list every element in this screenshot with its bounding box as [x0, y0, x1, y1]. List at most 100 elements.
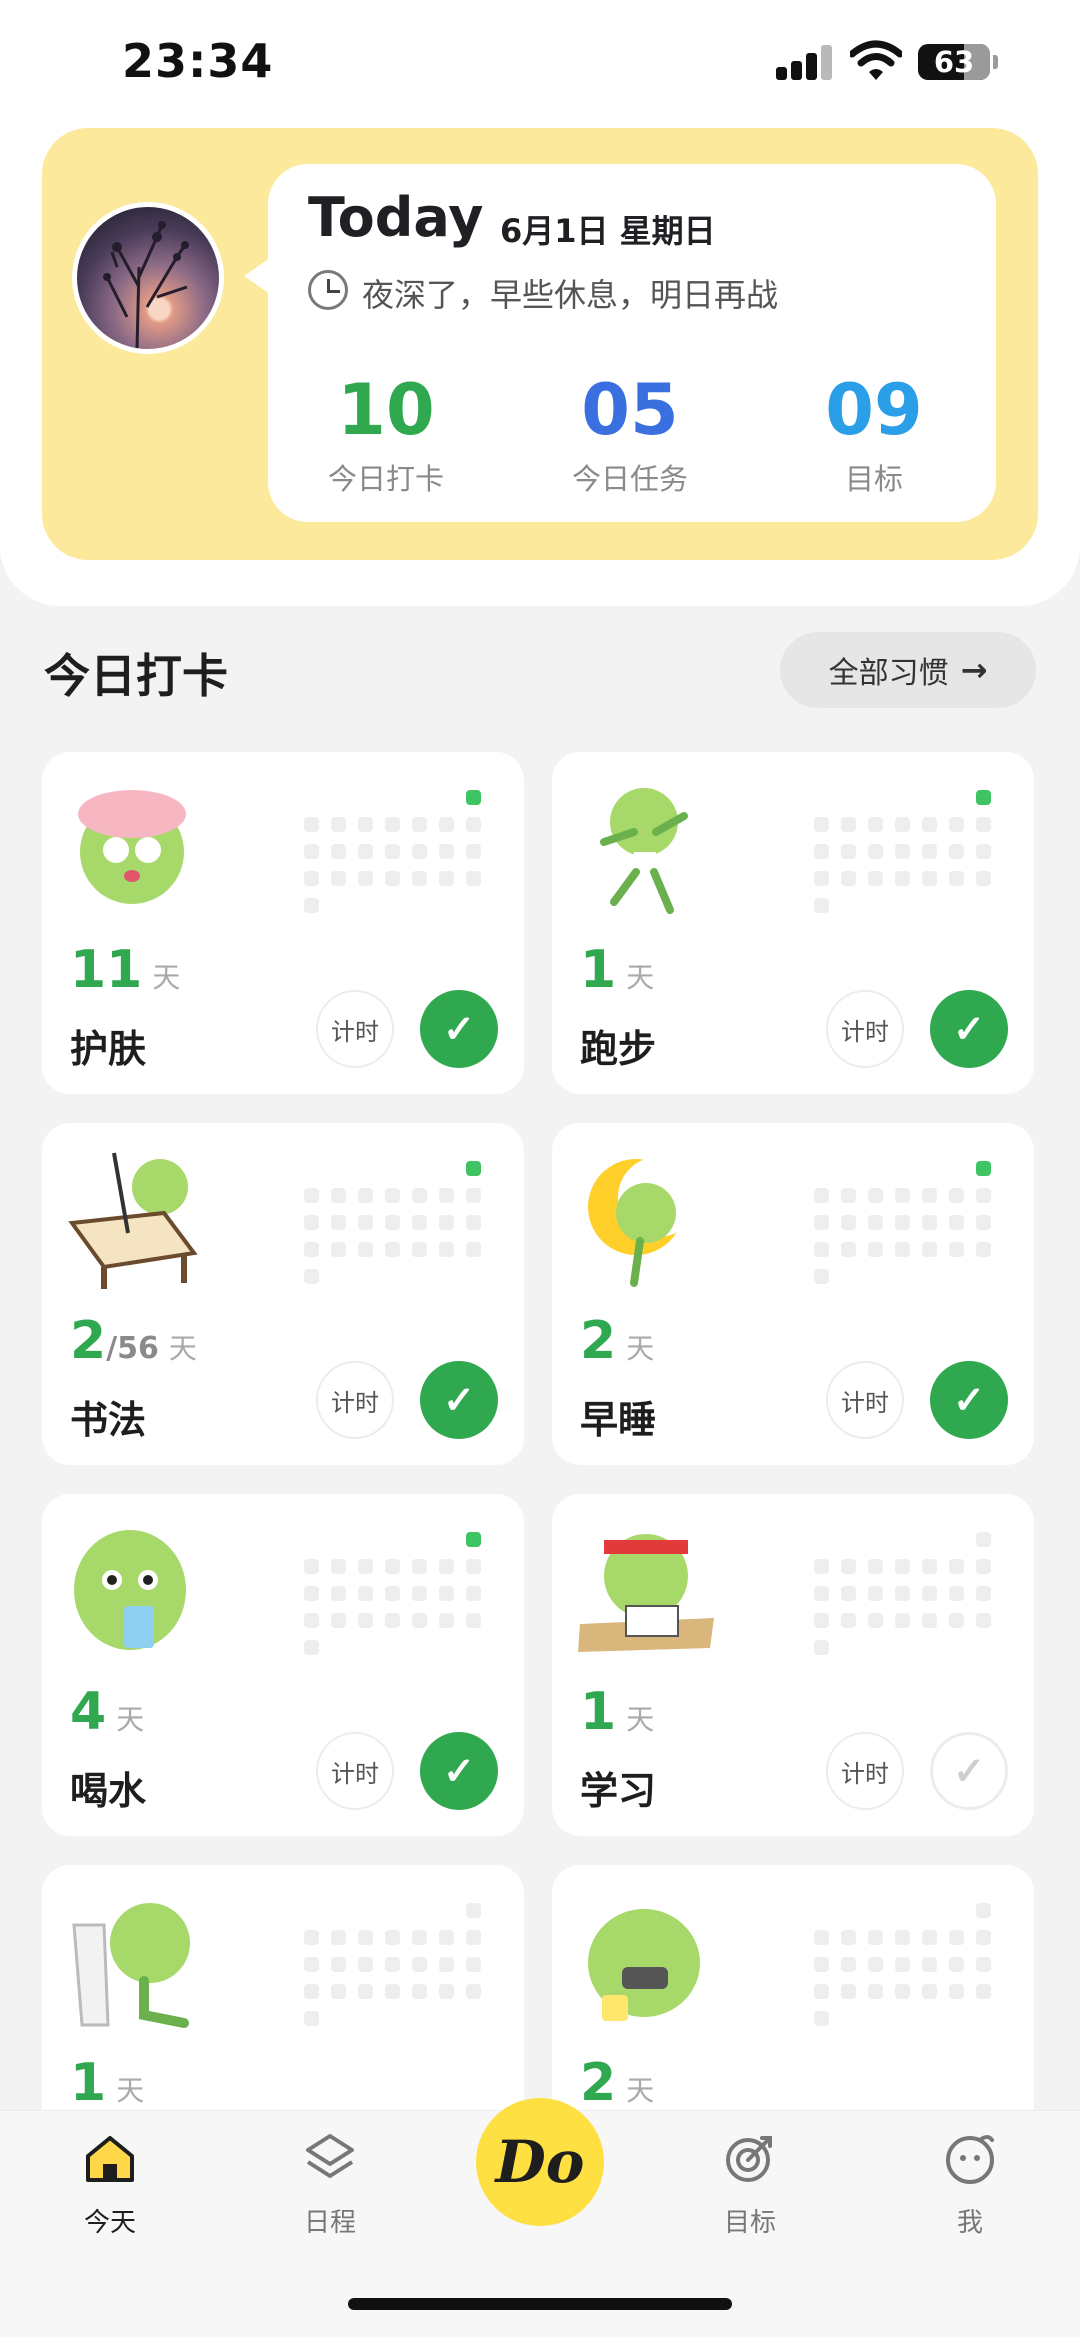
- history-dot: [412, 1188, 427, 1203]
- streak-days: 1天: [70, 2053, 144, 2113]
- history-dot: [814, 1559, 829, 1574]
- check-in-button[interactable]: ✓: [420, 990, 498, 1068]
- history-dot: [466, 1559, 481, 1574]
- history-dot: [385, 1930, 400, 1945]
- timer-button[interactable]: 计时: [826, 1732, 904, 1810]
- history-dot: [976, 1559, 991, 1574]
- history-dot: [304, 2011, 319, 2026]
- history-dot: [949, 1930, 964, 1945]
- habit-name: 护肤: [70, 1027, 147, 1071]
- stat-tasks[interactable]: 05 今日任务: [530, 370, 730, 498]
- nav-goals[interactable]: 目标: [680, 2130, 820, 2239]
- history-dot: [466, 871, 481, 886]
- history-dot: [895, 1559, 910, 1574]
- history-dot: [841, 1984, 856, 1999]
- history-dot: [976, 817, 991, 832]
- history-dot: [976, 1188, 991, 1203]
- checkmark-icon: ✓: [443, 1008, 475, 1051]
- history-dot: [439, 1188, 454, 1203]
- history-dot: [976, 1613, 991, 1628]
- history-dot: [466, 1161, 481, 1176]
- stat-label: 今日打卡: [327, 462, 444, 496]
- history-dot: [331, 1215, 346, 1230]
- habit-card[interactable]: 4 天喝水 计时 ✓: [42, 1494, 524, 1836]
- timer-button[interactable]: 计时: [316, 1732, 394, 1810]
- timer-button[interactable]: 计时: [316, 1361, 394, 1439]
- studying-icon: [578, 1534, 714, 1652]
- history-dot: [895, 1215, 910, 1230]
- nav-me[interactable]: 我: [900, 2130, 1040, 2239]
- streak-days: 2/56 天: [70, 1311, 197, 1371]
- history-dot: [412, 1586, 427, 1601]
- history-dot: [976, 1930, 991, 1945]
- history-dot: [814, 2011, 829, 2026]
- history-dot: [895, 817, 910, 832]
- battery-icon: 63: [918, 44, 990, 80]
- history-dot: [841, 1957, 856, 1972]
- habit-history-grid: [814, 1161, 1024, 1321]
- history-dot: [841, 844, 856, 859]
- history-dot: [814, 1215, 829, 1230]
- history-dot: [814, 1586, 829, 1601]
- history-dot: [868, 1242, 883, 1257]
- history-dot: [304, 1188, 319, 1203]
- history-dot: [949, 1559, 964, 1574]
- history-dot: [466, 1215, 481, 1230]
- history-dot: [439, 1984, 454, 1999]
- habit-card[interactable]: 11 天护肤 计时 ✓: [42, 752, 524, 1094]
- history-dot: [358, 871, 373, 886]
- habit-card[interactable]: 2/56 天书法 计时 ✓: [42, 1123, 524, 1465]
- timer-button[interactable]: 计时: [826, 990, 904, 1068]
- check-in-button[interactable]: ✓: [930, 990, 1008, 1068]
- nav-today[interactable]: 今天: [40, 2130, 180, 2239]
- history-dot: [412, 1613, 427, 1628]
- habit-card[interactable]: 1 天学习 计时 ✓: [552, 1494, 1034, 1836]
- layers-icon: [306, 2134, 354, 2178]
- habit-card[interactable]: 2 天早睡 计时 ✓: [552, 1123, 1034, 1465]
- history-dot: [385, 844, 400, 859]
- all-habits-button[interactable]: 全部习惯 →: [780, 632, 1036, 708]
- stat-value: 05: [581, 369, 679, 451]
- history-dot: [304, 817, 319, 832]
- history-dot: [814, 898, 829, 913]
- history-dot: [976, 1957, 991, 1972]
- streak-unit: 天: [152, 961, 181, 994]
- nav-schedule[interactable]: 日程: [260, 2130, 400, 2239]
- timer-button[interactable]: 计时: [316, 990, 394, 1068]
- history-dot: [304, 1215, 319, 1230]
- check-in-button[interactable]: ✓: [930, 1361, 1008, 1439]
- history-dot: [466, 1984, 481, 1999]
- streak-unit: 天: [116, 2074, 145, 2107]
- avatar[interactable]: [72, 202, 224, 354]
- history-dot: [439, 1586, 454, 1601]
- toilet-icon: [72, 1903, 190, 2028]
- habit-card[interactable]: 1 天跑步 计时 ✓: [552, 752, 1034, 1094]
- streak-count: 1: [70, 2053, 107, 2113]
- history-dot: [841, 1215, 856, 1230]
- stat-value: 09: [825, 369, 923, 451]
- timer-button[interactable]: 计时: [826, 1361, 904, 1439]
- history-dot: [304, 898, 319, 913]
- check-in-button[interactable]: ✓: [420, 1361, 498, 1439]
- history-dot: [439, 1215, 454, 1230]
- check-in-button[interactable]: ✓: [930, 1732, 1008, 1810]
- history-dot: [976, 1532, 991, 1547]
- stat-goals[interactable]: 09 目标: [774, 370, 974, 498]
- history-dot: [412, 871, 427, 886]
- do-button[interactable]: Do: [476, 2098, 604, 2226]
- wifi-icon: [850, 40, 902, 80]
- check-in-button[interactable]: ✓: [420, 1732, 498, 1810]
- history-dot: [814, 817, 829, 832]
- streak-total: /56: [106, 1331, 159, 1366]
- history-dot: [895, 1586, 910, 1601]
- profile-icon: [946, 2135, 994, 2184]
- nav-label: 我: [956, 2208, 983, 2238]
- history-dot: [868, 1586, 883, 1601]
- history-dot: [976, 1984, 991, 1999]
- history-dot: [304, 1957, 319, 1972]
- stat-checkins[interactable]: 10 今日打卡: [286, 370, 486, 498]
- history-dot: [304, 1586, 319, 1601]
- history-dot: [358, 1930, 373, 1945]
- history-dot: [466, 1242, 481, 1257]
- history-dot: [922, 1613, 937, 1628]
